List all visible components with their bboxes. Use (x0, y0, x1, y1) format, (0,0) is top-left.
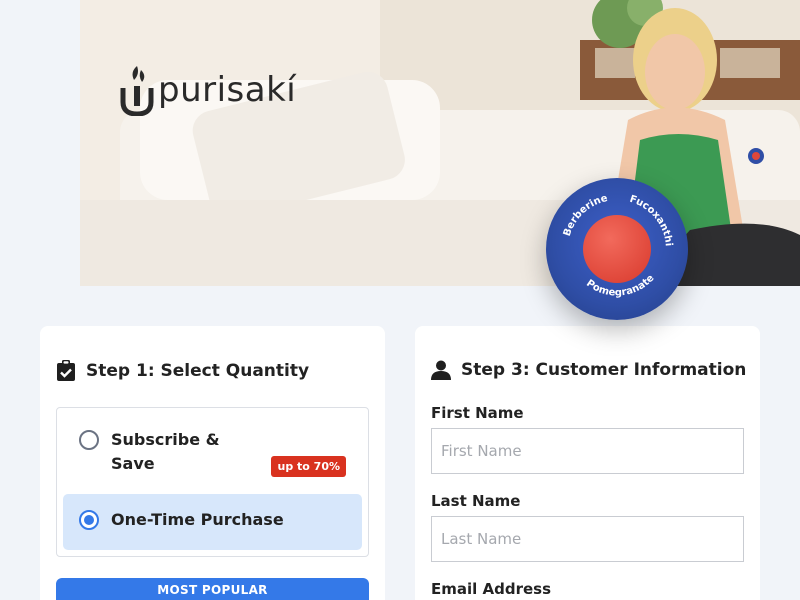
discount-badge: up to 70% (271, 456, 346, 477)
option-subscribe-save[interactable]: Subscribe & Save up to 70% (63, 420, 362, 480)
subscribe-radio[interactable] (79, 430, 99, 450)
step3-header: Step 3: Customer Information (431, 360, 746, 380)
step3-title: Step 3: Customer Information (461, 360, 747, 380)
brand-logo-icon (120, 66, 154, 116)
user-icon (431, 360, 451, 380)
hero-fade (0, 0, 80, 286)
step1-title: Step 1: Select Quantity (86, 361, 310, 381)
patch-label-2: Fucoxanthin (546, 178, 674, 247)
svg-text:Berberine: Berberine (562, 193, 609, 238)
one-time-label: One-Time Purchase (111, 510, 284, 529)
hero-image (80, 0, 800, 286)
last-name-label: Last Name (431, 492, 521, 510)
hero-photo (80, 0, 800, 286)
svg-text:Fucoxanthin: Fucoxanthin (546, 178, 674, 247)
product-patch-image: Berberine Fucoxanthin Pomegranate (546, 178, 688, 320)
option-one-time-purchase[interactable]: One-Time Purchase (63, 494, 362, 550)
step1-header: Step 1: Select Quantity (56, 360, 309, 382)
first-name-label: First Name (431, 404, 524, 422)
subscribe-label-line2: Save (111, 454, 155, 473)
quantity-options: Subscribe & Save up to 70% One-Time Purc… (56, 407, 369, 557)
patch-labels: Berberine Fucoxanthin Pomegranate (546, 178, 674, 299)
patch-label-3: Pomegranate (584, 273, 656, 299)
one-time-radio[interactable] (79, 510, 99, 530)
first-name-input[interactable] (431, 428, 744, 474)
last-name-input[interactable] (431, 516, 744, 562)
subscribe-label-line1: Subscribe & (111, 430, 220, 449)
brand-logo[interactable]: purisakí (120, 64, 296, 116)
clipboard-check-icon (57, 360, 75, 381)
brand-name: purisakí (158, 70, 297, 110)
email-label: Email Address (431, 580, 552, 598)
patch-label-1: Berberine (562, 193, 609, 238)
most-popular-banner: MOST POPULAR (56, 578, 369, 600)
step1-card: Step 1: Select Quantity Subscribe & Save… (40, 326, 385, 600)
step3-card: Step 3: Customer Information First Name … (415, 326, 760, 600)
svg-text:Pomegranate: Pomegranate (584, 273, 656, 299)
